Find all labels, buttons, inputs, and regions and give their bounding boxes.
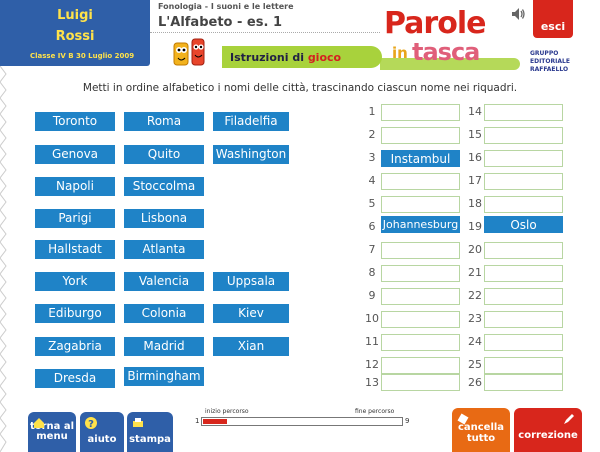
header-divider xyxy=(150,32,380,33)
city-tile[interactable]: Birmingham xyxy=(124,367,204,386)
clear-all-button[interactable]: cancella tutto xyxy=(452,408,510,452)
city-tile[interactable]: Filadelfia xyxy=(213,112,289,131)
progress-fill xyxy=(203,419,227,424)
answer-slot[interactable] xyxy=(484,265,563,282)
progress-end-label: fine percorso xyxy=(355,408,395,415)
city-tile[interactable]: Lisbona xyxy=(124,209,204,228)
back-to-menu-button[interactable]: torna al menu xyxy=(28,412,76,452)
exercise-page: Luigi Rossi Classe IV B 30 Luglio 2009 F… xyxy=(0,0,600,452)
answer-slot[interactable] xyxy=(381,265,460,282)
clear-label-line2: tutto xyxy=(466,433,496,444)
city-tile[interactable]: Kiev xyxy=(213,304,289,323)
city-tile[interactable]: Valencia xyxy=(124,272,204,291)
answer-slot[interactable] xyxy=(381,242,460,259)
answer-slot[interactable] xyxy=(381,173,460,190)
city-tile[interactable]: Stoccolma xyxy=(124,177,204,196)
help-button[interactable]: ? aiuto xyxy=(80,412,124,452)
exit-label: esci xyxy=(540,20,566,33)
city-tile[interactable]: Atlanta xyxy=(124,240,204,259)
answer-slot[interactable] xyxy=(484,104,563,121)
answer-slot[interactable] xyxy=(381,357,460,374)
print-button[interactable]: stampa xyxy=(127,412,173,452)
home-icon xyxy=(34,418,44,428)
answer-slot[interactable] xyxy=(381,334,460,351)
svg-text:?: ? xyxy=(88,419,94,430)
answer-slot[interactable]: Johannesburg xyxy=(381,216,460,233)
answer-slot[interactable] xyxy=(484,334,563,351)
city-tile[interactable]: Napoli xyxy=(35,177,115,196)
check-label: correzione xyxy=(518,430,578,441)
city-tile[interactable]: Uppsala xyxy=(213,272,289,291)
city-tile[interactable]: Xian xyxy=(213,337,289,356)
answer-slot[interactable] xyxy=(381,374,460,391)
city-tile[interactable]: Madrid xyxy=(124,337,204,356)
user-info-box: Luigi Rossi Classe IV B 30 Luglio 2009 xyxy=(0,0,150,66)
logo-in: in xyxy=(392,44,408,62)
city-tile[interactable]: York xyxy=(35,272,115,291)
answer-slot[interactable] xyxy=(484,357,563,374)
back-label-line2: menu xyxy=(36,431,68,442)
answer-slot[interactable] xyxy=(381,288,460,305)
eraser-icon xyxy=(457,413,469,425)
answer-slot[interactable]: Oslo xyxy=(484,216,563,233)
pencil-check-icon xyxy=(564,414,574,424)
answer-slot[interactable] xyxy=(484,242,563,259)
answer-slot[interactable] xyxy=(484,311,563,328)
progress-max-label: 9 xyxy=(405,417,410,425)
city-tile[interactable]: Quito xyxy=(124,145,204,164)
city-tile[interactable]: Colonia xyxy=(124,304,204,323)
answer-slot[interactable] xyxy=(381,127,460,144)
progress-bar xyxy=(201,417,403,426)
answer-slot[interactable] xyxy=(484,288,563,305)
class-label: Classe IV B xyxy=(30,52,74,60)
answer-slot[interactable] xyxy=(381,104,460,121)
city-tile[interactable]: Dresda xyxy=(35,369,115,388)
city-tile[interactable]: Washington xyxy=(213,145,289,164)
student-last-name: Rossi xyxy=(55,29,95,44)
answer-slot[interactable] xyxy=(484,127,563,144)
answer-slot[interactable] xyxy=(381,196,460,213)
answer-slot[interactable] xyxy=(484,173,563,190)
logo-tasca: tasca xyxy=(412,38,480,66)
student-first-name: Luigi xyxy=(57,8,93,23)
city-tile[interactable]: Ediburgo xyxy=(35,304,115,323)
date-label: 30 Luglio 2009 xyxy=(76,52,135,60)
instruction-text: Metti in ordine alfabetico i nomi delle … xyxy=(82,82,518,94)
city-tile[interactable]: Toronto xyxy=(35,112,115,131)
answer-slot[interactable] xyxy=(484,150,563,167)
exercise-title: L'Alfabeto - es. 1 xyxy=(158,15,282,30)
printer-icon xyxy=(133,418,143,427)
instructions-word: gioco xyxy=(307,51,342,64)
progress-min-label: 1 xyxy=(195,417,200,425)
city-tile[interactable]: Parigi xyxy=(35,209,115,228)
section-subtitle: Fonologia - I suoni e le lettere xyxy=(158,2,294,11)
city-tile[interactable]: Zagabria xyxy=(35,337,115,356)
city-tile[interactable]: Genova xyxy=(35,145,115,164)
print-label: stampa xyxy=(129,434,171,445)
answer-slot[interactable]: Instambul xyxy=(381,150,460,167)
instructions-prefix: Istruzioni di xyxy=(230,51,304,64)
speaker-icon[interactable] xyxy=(510,6,526,22)
torn-edge-decoration xyxy=(0,66,7,452)
answer-slot[interactable] xyxy=(484,374,563,391)
city-tile[interactable]: Roma xyxy=(124,112,204,131)
check-button[interactable]: correzione xyxy=(514,408,582,452)
exit-button[interactable]: esci xyxy=(533,0,573,38)
publisher-label: GRUPPO EDITORIALE RAFFAELLO xyxy=(530,50,570,73)
help-label: aiuto xyxy=(87,434,117,445)
progress-start-label: inizio percorso xyxy=(205,408,249,415)
answer-slot[interactable] xyxy=(381,311,460,328)
answer-slot[interactable] xyxy=(484,196,563,213)
instructions-label[interactable]: Istruzioni di gioco xyxy=(230,51,341,64)
city-tile[interactable]: Hallstadt xyxy=(35,240,115,259)
pencil-mascot-icon xyxy=(173,38,205,66)
help-icon: ? xyxy=(85,417,97,430)
logo-parole: Parole xyxy=(384,6,486,41)
